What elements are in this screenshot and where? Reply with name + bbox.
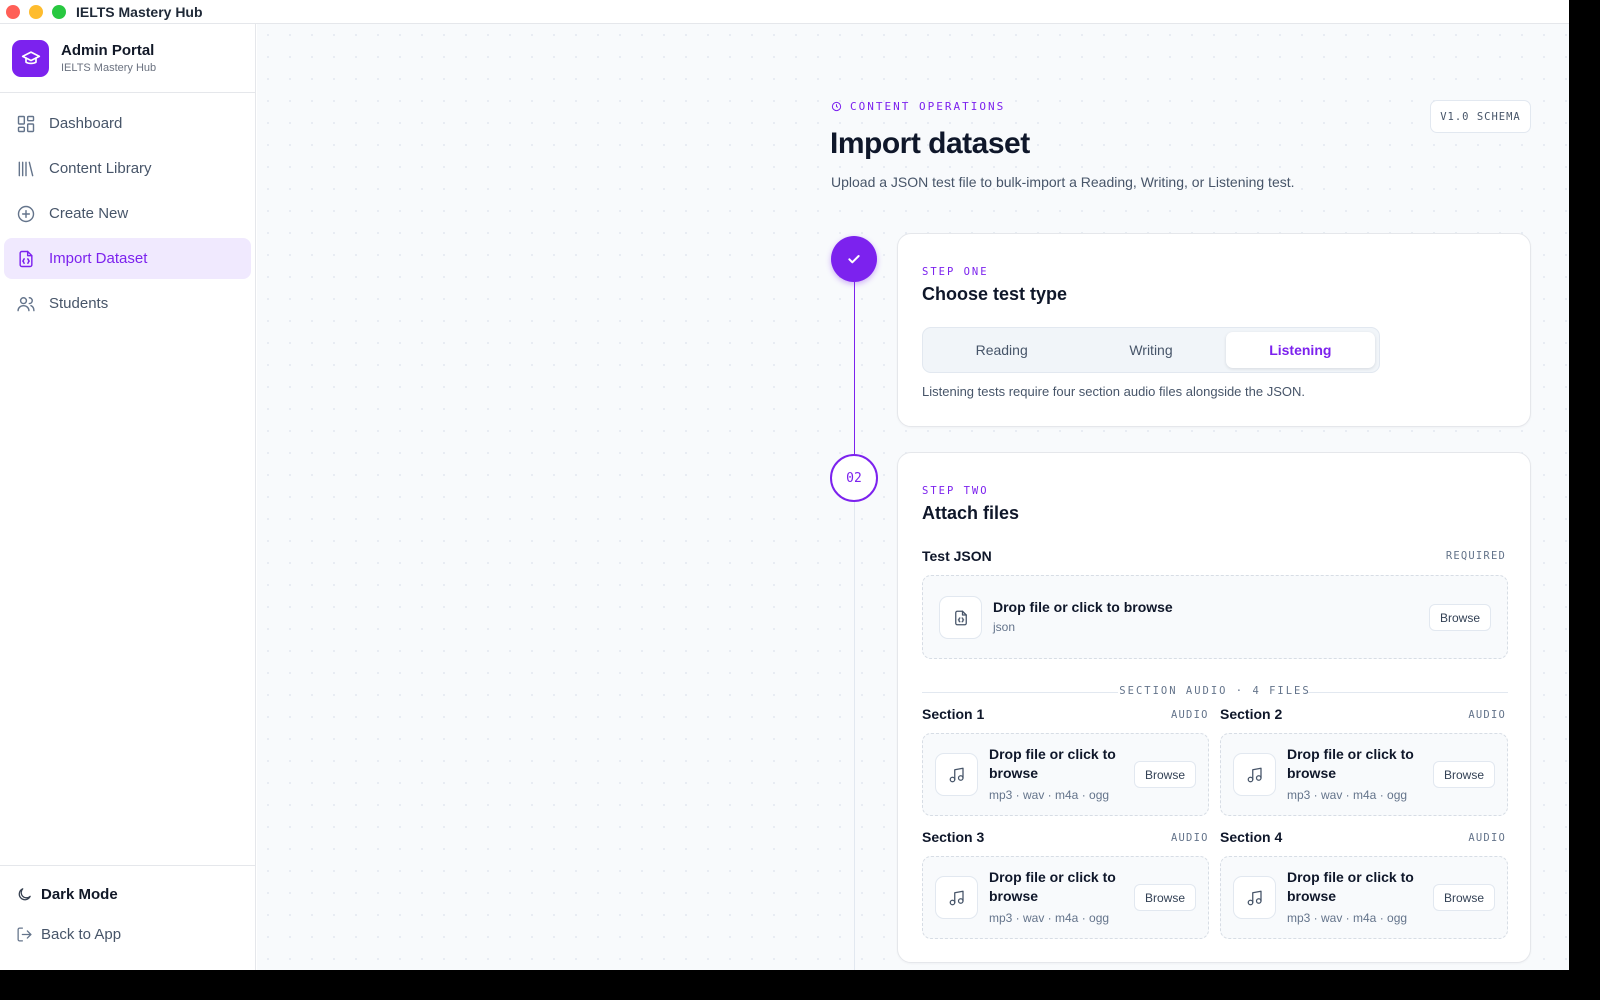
step-one-indicator <box>831 236 877 282</box>
section-1-label: Section 1 <box>922 706 985 722</box>
sidebar-item-label: Content Library <box>49 160 152 177</box>
step-two-title: Attach files <box>922 503 1020 523</box>
sidebar-item-create-new[interactable]: Create New <box>4 193 251 234</box>
page-title: Import dataset <box>830 127 1030 160</box>
sidebar-item-content-library[interactable]: Content Library <box>4 148 251 189</box>
step-timeline-progress <box>854 260 855 478</box>
music-note-icon <box>1233 876 1276 919</box>
close-window-button[interactable] <box>6 4 20 19</box>
step-two-card: STEP TWO Attach files Test JSON REQUIRED… <box>897 452 1531 963</box>
dark-mode-label: Dark Mode <box>41 885 118 903</box>
step-two-label: STEP TWO <box>922 485 989 497</box>
section-1-dropzone[interactable]: Drop file or click to browse mp3 · wav ·… <box>922 733 1209 816</box>
section-3-drop-text: Drop file or click to browse <box>989 869 1116 904</box>
test-json-label: Test JSON <box>922 548 992 564</box>
section-audio-heading: SECTION AUDIO · 4 FILES <box>1119 685 1311 697</box>
app-window: IELTS Mastery Hub Admin Portal IELTS Mas… <box>0 0 1569 970</box>
log-out-icon <box>17 926 32 942</box>
plus-circle-icon <box>17 205 35 222</box>
sidebar-item-students[interactable]: Students <box>4 283 251 324</box>
brand-subtitle: IELTS Mastery Hub <box>61 62 157 74</box>
json-browse-button[interactable]: Browse <box>1428 604 1491 631</box>
sidebar-item-label: Import Dataset <box>49 250 148 267</box>
music-note-icon <box>935 753 978 796</box>
test-type-listening[interactable]: Listening <box>1225 332 1375 368</box>
test-type-note: Listening tests require four section aud… <box>922 384 1305 399</box>
audio-tag: AUDIO <box>1468 832 1506 844</box>
sidebar-item-import-dataset[interactable]: Import Dataset <box>4 238 251 279</box>
section-2-label: Section 2 <box>1220 706 1283 722</box>
file-json-icon <box>19 250 33 267</box>
users-icon <box>17 296 35 311</box>
section-1-browse-button[interactable]: Browse <box>1133 761 1196 788</box>
step-one-label: STEP ONE <box>922 266 989 278</box>
section-3-browse-button[interactable]: Browse <box>1133 884 1196 911</box>
section-audio-divider: SECTION AUDIO · 4 FILES <box>922 685 1508 699</box>
section-1-formats: mp3 · wav · m4a · ogg <box>989 788 1110 802</box>
sidebar-nav: Dashboard Content Library Create New Imp… <box>0 93 255 338</box>
json-formats: json <box>993 620 1016 634</box>
step-one-title: Choose test type <box>922 284 1068 304</box>
section-2-formats: mp3 · wav · m4a · ogg <box>1287 788 1408 802</box>
back-to-app-label: Back to App <box>41 925 122 943</box>
section-3-dropzone[interactable]: Drop file or click to browse mp3 · wav ·… <box>922 856 1209 939</box>
section-3-formats: mp3 · wav · m4a · ogg <box>989 911 1110 925</box>
moon-icon <box>18 887 31 900</box>
dark-mode-toggle[interactable]: Dark Mode <box>16 880 239 908</box>
json-dropzone[interactable]: Drop file or click to browse json Browse <box>922 575 1508 659</box>
library-icon <box>18 161 34 176</box>
test-type-selector: Reading Writing Listening <box>922 327 1380 373</box>
section-2-browse-button[interactable]: Browse <box>1432 761 1495 788</box>
file-json-icon <box>939 596 982 639</box>
title-bar: IELTS Mastery Hub <box>0 0 1569 24</box>
brand: Admin Portal IELTS Mastery Hub <box>0 24 255 93</box>
dashboard-icon <box>17 115 35 132</box>
main-content: CONTENT OPERATIONS Import dataset Upload… <box>257 24 1569 970</box>
sidebar-item-label: Students <box>49 295 109 312</box>
music-note-icon <box>1233 753 1276 796</box>
test-type-writing[interactable]: Writing <box>1076 332 1225 368</box>
check-icon <box>848 255 860 264</box>
step-two-indicator: 02 <box>830 454 878 502</box>
test-type-reading[interactable]: Reading <box>927 332 1076 368</box>
section-3-label: Section 3 <box>922 829 985 845</box>
sidebar-footer: Dark Mode Back to App <box>0 865 255 970</box>
json-drop-text: Drop file or click to browse <box>993 599 1173 615</box>
minimize-window-button[interactable] <box>29 4 43 19</box>
section-4-formats: mp3 · wav · m4a · ogg <box>1287 911 1408 925</box>
audio-tag: AUDIO <box>1171 832 1209 844</box>
section-4-label: Section 4 <box>1220 829 1283 845</box>
graduation-cap-icon <box>12 39 49 77</box>
window-title: IELTS Mastery Hub <box>76 3 203 20</box>
clock-icon <box>831 101 842 112</box>
schema-version-badge: V1.0 SCHEMA <box>1430 100 1531 133</box>
maximize-window-button[interactable] <box>52 4 66 19</box>
section-2-dropzone[interactable]: Drop file or click to browse mp3 · wav ·… <box>1220 733 1508 816</box>
section-4-drop-text: Drop file or click to browse <box>1287 869 1414 904</box>
sidebar: Admin Portal IELTS Mastery Hub Dashboard… <box>0 24 256 970</box>
section-4-dropzone[interactable]: Drop file or click to browse mp3 · wav ·… <box>1220 856 1508 939</box>
brand-title: Admin Portal <box>61 42 155 59</box>
music-note-icon <box>935 876 978 919</box>
window-controls <box>6 4 66 19</box>
sidebar-item-label: Dashboard <box>49 115 123 132</box>
audio-tag: AUDIO <box>1468 709 1506 721</box>
section-4-browse-button[interactable]: Browse <box>1432 884 1495 911</box>
audio-tag: AUDIO <box>1171 709 1209 721</box>
page-eyebrow: CONTENT OPERATIONS <box>831 100 1005 113</box>
page-description: Upload a JSON test file to bulk-import a… <box>831 174 1295 190</box>
required-tag: REQUIRED <box>1445 550 1506 562</box>
sidebar-item-label: Create New <box>49 205 129 222</box>
step-one-card: STEP ONE Choose test type Reading Writin… <box>897 233 1531 427</box>
sidebar-item-dashboard[interactable]: Dashboard <box>4 103 251 144</box>
section-1-drop-text: Drop file or click to browse <box>989 746 1116 781</box>
section-2-drop-text: Drop file or click to browse <box>1287 746 1414 781</box>
back-to-app-link[interactable]: Back to App <box>16 920 239 948</box>
